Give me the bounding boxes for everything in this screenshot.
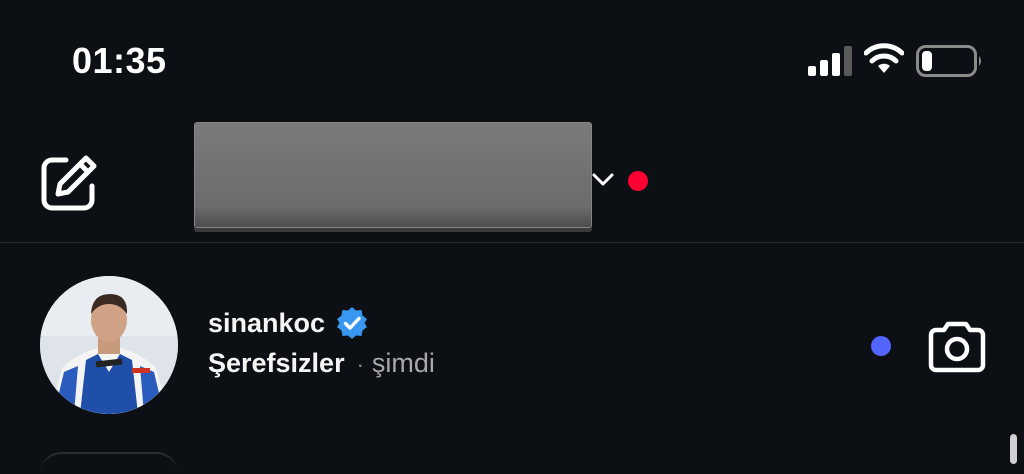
verified-badge-icon xyxy=(337,307,368,339)
username: sinankoc xyxy=(208,307,326,338)
new-message-icon[interactable] xyxy=(40,154,98,212)
battery-icon xyxy=(916,45,981,77)
status-bar: 01:35 xyxy=(0,0,1024,110)
chevron-down-icon[interactable] xyxy=(592,172,614,188)
avatar[interactable] xyxy=(40,276,178,414)
cellular-signal-icon xyxy=(808,46,852,76)
next-thread-avatar-partial xyxy=(40,452,178,474)
separator-dot: · xyxy=(356,352,364,377)
account-switcher-redacted[interactable] xyxy=(194,122,592,228)
username-row: sinankoc xyxy=(208,306,369,340)
message-preview-row: Şerefsizler · şimdi xyxy=(208,348,435,379)
avatar-image xyxy=(40,276,178,414)
wifi-icon xyxy=(864,43,904,73)
camera-icon[interactable] xyxy=(928,318,986,374)
message-preview: Şerefsizler xyxy=(208,348,345,378)
chat-thread-row[interactable]: sinankoc Şerefsizler · şimdi xyxy=(0,266,1024,426)
notification-dot xyxy=(628,171,648,191)
timestamp: şimdi xyxy=(371,348,435,378)
inbox-header xyxy=(0,110,1024,243)
status-time: 01:35 xyxy=(72,40,167,81)
unread-indicator xyxy=(871,336,891,356)
scrollbar[interactable] xyxy=(1010,434,1017,464)
